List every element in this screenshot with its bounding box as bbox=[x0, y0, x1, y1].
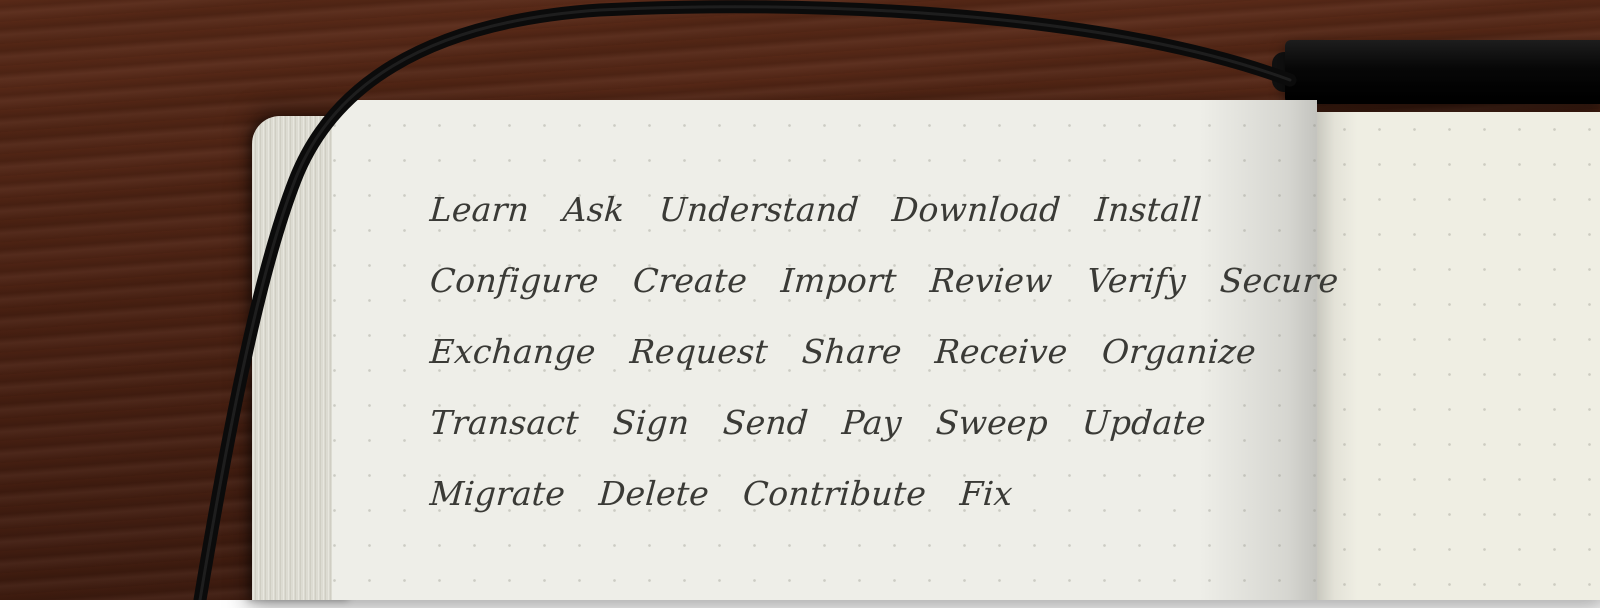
handwritten-word: Configure bbox=[428, 261, 600, 300]
handwritten-word: Receive bbox=[933, 332, 1070, 371]
handwritten-word-list: Learn Ask Understand Download Install Co… bbox=[428, 190, 1340, 545]
handwritten-word: Fix bbox=[958, 474, 1015, 513]
handwritten-word: Download bbox=[890, 190, 1063, 229]
handwritten-word: Learn bbox=[428, 190, 531, 229]
handwritten-word: Secure bbox=[1218, 261, 1340, 300]
notebook-right-page bbox=[1317, 112, 1600, 600]
handwritten-word: Update bbox=[1080, 403, 1208, 442]
handwritten-word: Contribute bbox=[741, 474, 928, 513]
word-line: Configure Create Import Review Verify Se… bbox=[428, 261, 1340, 332]
handwritten-word: Request bbox=[628, 332, 769, 371]
handwritten-word: Understand bbox=[657, 190, 860, 229]
handwritten-word: Sign bbox=[611, 403, 691, 442]
black-pen bbox=[1285, 40, 1600, 104]
handwritten-word: Organize bbox=[1100, 332, 1258, 371]
handwritten-word: Pay bbox=[840, 403, 904, 442]
handwritten-word: Review bbox=[929, 261, 1055, 300]
handwritten-word: Import bbox=[779, 261, 898, 300]
handwritten-word: Create bbox=[631, 261, 749, 300]
word-line: Transact Sign Send Pay Sweep Update bbox=[428, 403, 1250, 474]
word-line: Exchange Request Share Receive Organize bbox=[428, 332, 1258, 403]
handwritten-word: Sweep bbox=[934, 403, 1050, 442]
word-line: Learn Ask Understand Download Install bbox=[428, 190, 1250, 261]
handwritten-word: Share bbox=[800, 332, 903, 371]
word-line: Migrate Delete Contribute Fix bbox=[428, 474, 1250, 545]
handwritten-word: Exchange bbox=[428, 332, 597, 371]
handwritten-word: Transact bbox=[428, 403, 581, 442]
handwritten-word: Migrate bbox=[428, 474, 567, 513]
handwritten-word: Verify bbox=[1085, 261, 1188, 300]
handwritten-word: Install bbox=[1093, 190, 1203, 229]
handwritten-word: Ask bbox=[561, 190, 626, 229]
handwritten-word: Delete bbox=[597, 474, 711, 513]
handwritten-word: Send bbox=[721, 403, 810, 442]
